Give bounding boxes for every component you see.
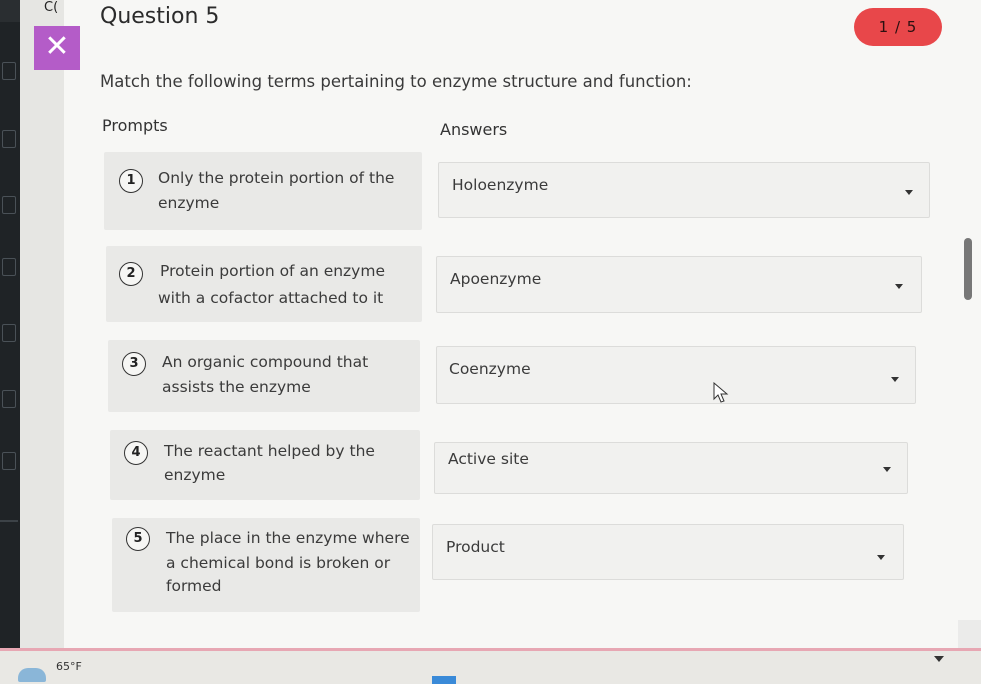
answer-dropdown-3[interactable]: Coenzyme — [436, 346, 916, 404]
close-icon: ✕ — [44, 29, 70, 64]
answer-selected-value: Coenzyme — [449, 360, 531, 378]
answer-dropdown-2[interactable]: Apoenzyme — [436, 256, 922, 313]
prompt-item-1: 1 Only the protein portion of the enzyme — [104, 152, 422, 230]
prompt-text-line: An organic compound that — [162, 353, 369, 371]
prompt-number: 3 — [122, 352, 146, 376]
answer-dropdown-4[interactable]: Active site — [434, 442, 908, 494]
strip-icon — [2, 130, 16, 148]
strip-icon — [2, 258, 16, 276]
prompt-text-line: formed — [166, 577, 222, 595]
prompts-column-heading: Prompts — [102, 116, 168, 135]
mouse-pointer-icon — [713, 382, 729, 403]
taskbar-app-indicator[interactable] — [432, 676, 456, 684]
question-title: Question 5 — [100, 4, 220, 29]
chevron-down-icon[interactable] — [934, 656, 944, 662]
prompt-text-line: assists the enzyme — [162, 378, 311, 396]
prompt-number: 5 — [126, 527, 150, 551]
prompt-number: 4 — [124, 441, 148, 465]
prompt-text-line: Protein portion of an enzyme — [160, 262, 385, 280]
prompt-number: 2 — [119, 262, 143, 286]
answer-dropdown-1[interactable]: Holoenzyme — [438, 162, 930, 218]
prompt-text-line: Only the protein portion of the — [158, 169, 395, 187]
chevron-down-icon — [883, 467, 891, 472]
cloud-icon[interactable] — [18, 668, 46, 682]
taskbar — [0, 651, 981, 684]
prompt-text-line: enzyme — [164, 466, 226, 484]
corner-text: C( — [44, 0, 59, 15]
strip-icon — [2, 390, 16, 408]
chevron-down-icon — [905, 190, 913, 195]
panel-left-gutter — [20, 0, 64, 648]
chevron-down-icon — [877, 555, 885, 560]
chevron-down-icon — [891, 377, 899, 382]
prompt-item-3: 3 An organic compound that assists the e… — [108, 340, 420, 412]
prompt-text-line: with a cofactor attached to it — [158, 289, 384, 307]
strip-icon — [2, 324, 16, 342]
page-edge — [958, 620, 981, 648]
close-button[interactable]: ✕ — [34, 26, 80, 70]
scrollbar-thumb[interactable] — [964, 238, 972, 300]
prompt-number: 1 — [119, 169, 143, 193]
answer-dropdown-5[interactable]: Product — [432, 524, 904, 580]
prompt-text-line: The reactant helped by the — [164, 442, 375, 460]
answer-selected-value: Active site — [448, 450, 529, 468]
answer-selected-value: Apoenzyme — [450, 270, 542, 288]
answers-column-heading: Answers — [440, 120, 508, 139]
weather-temperature[interactable]: 65°F — [56, 660, 82, 673]
prompt-text-line: enzyme — [158, 194, 220, 212]
prompt-item-5: 5 The place in the enzyme where a chemic… — [112, 518, 420, 612]
strip-icon — [2, 452, 16, 470]
prompt-item-4: 4 The reactant helped by the enzyme — [110, 430, 420, 500]
strip-divider — [0, 520, 18, 522]
strip-icon — [2, 62, 16, 80]
prompt-item-2: 2 Protein portion of an enzyme with a co… — [106, 246, 422, 322]
answer-selected-value: Holoenzyme — [452, 176, 549, 194]
question-instructions: Match the following terms pertaining to … — [100, 72, 692, 91]
strip-icon — [2, 196, 16, 214]
prompt-text-line: The place in the enzyme where — [166, 529, 410, 547]
left-system-strip — [0, 0, 20, 684]
answer-selected-value: Product — [446, 538, 505, 556]
question-counter-badge: 1 / 5 — [854, 8, 942, 46]
prompt-text-line: a chemical bond is broken or — [166, 554, 391, 572]
chevron-down-icon — [895, 284, 903, 289]
